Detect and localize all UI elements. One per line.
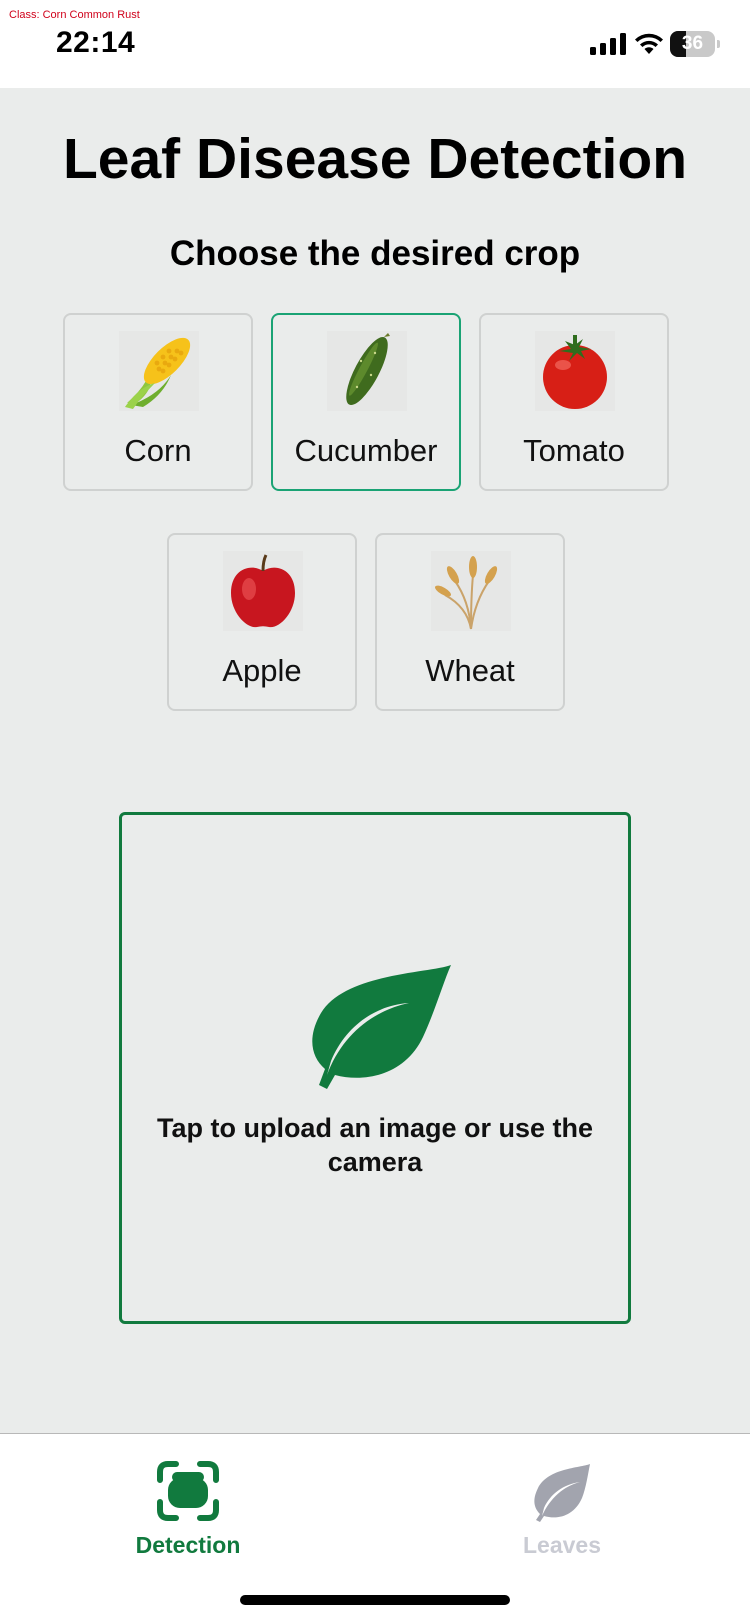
crop-label: Tomato <box>523 433 625 468</box>
cellular-signal-icon <box>590 33 626 55</box>
tab-label: Leaves <box>522 1532 601 1558</box>
wheat-icon <box>431 551 511 631</box>
page-title: Leaf Disease Detection <box>62 127 688 191</box>
image-upload-area[interactable]: Tap to upload an image or use the camera <box>119 812 631 1324</box>
crop-label: Corn <box>124 433 192 468</box>
crop-card-wheat[interactable]: Wheat <box>375 533 565 711</box>
tomato-icon <box>535 331 615 411</box>
apple-icon <box>223 551 303 631</box>
crop-prompt: Choose the desired crop <box>169 234 581 273</box>
home-indicator <box>240 1595 510 1605</box>
detection-icon <box>157 1461 219 1521</box>
crop-label: Apple <box>222 653 302 688</box>
crop-label: Cucumber <box>294 433 438 468</box>
main-content: Leaf Disease Detection Choose the desire… <box>0 88 750 1433</box>
tab-bar: Detection Leaves <box>0 1433 750 1624</box>
crop-card-corn[interactable]: Corn <box>63 313 253 491</box>
wifi-icon <box>635 33 663 54</box>
crop-card-cucumber[interactable]: Cucumber <box>271 313 461 491</box>
debug-class-label: Class: Corn Common Rust <box>9 9 140 21</box>
tab-detection[interactable]: Detection <box>98 1460 278 1560</box>
status-bar: Class: Corn Common Rust 22:14 36 <box>0 0 750 88</box>
tab-leaves[interactable]: Leaves <box>472 1460 652 1560</box>
crop-label: Wheat <box>425 653 515 688</box>
crop-card-tomato[interactable]: Tomato <box>479 313 669 491</box>
app-screen: Class: Corn Common Rust 22:14 36 Leaf Di… <box>0 0 750 1624</box>
leaves-icon <box>534 1464 590 1522</box>
cucumber-icon <box>327 331 407 411</box>
leaf-icon <box>312 965 451 1089</box>
upload-prompt: Tap to upload an image or use the camera <box>156 1113 594 1177</box>
tab-label: Detection <box>135 1532 241 1558</box>
battery-level: 36 <box>681 33 704 54</box>
battery-indicator: 36 <box>670 31 720 57</box>
crop-card-apple[interactable]: Apple <box>167 533 357 711</box>
status-time: 22:14 <box>56 26 136 59</box>
corn-icon <box>119 331 199 411</box>
